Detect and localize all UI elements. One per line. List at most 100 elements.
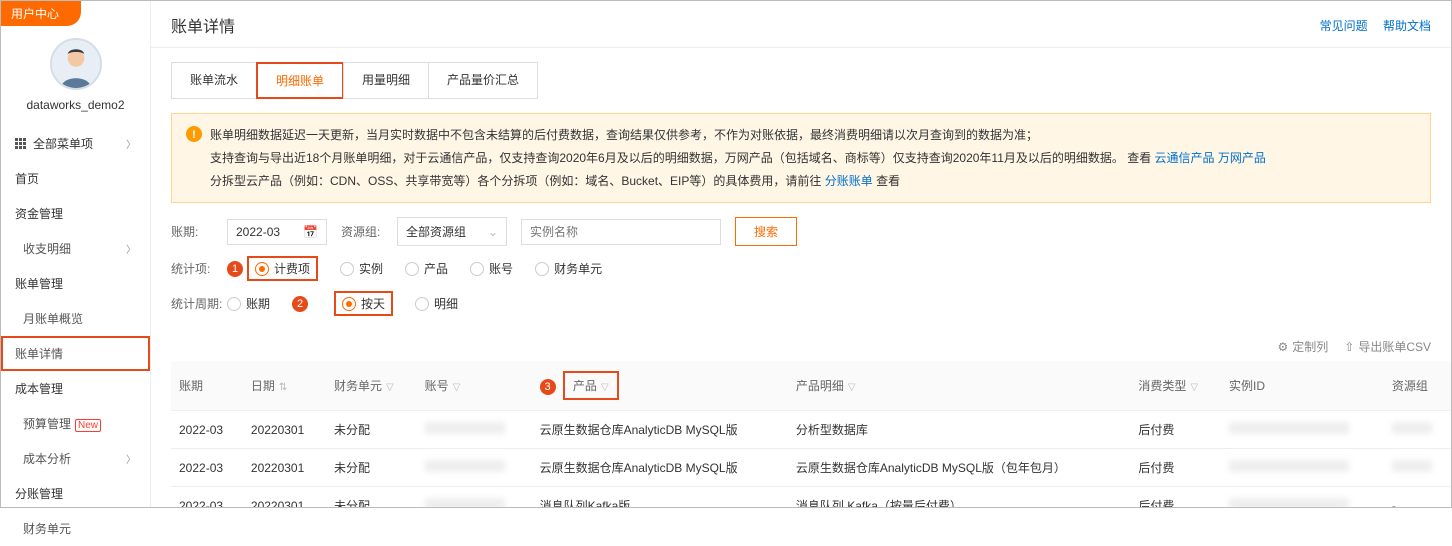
th-period[interactable]: 账期 [171,361,243,411]
sidebar-item-cost[interactable]: 成本管理 [1,371,150,406]
search-button[interactable]: 搜索 [735,217,797,246]
th-account[interactable]: 账号 ▽ [417,361,532,411]
chevron-right-icon: 〉 [126,241,136,256]
filter-icon: ▽ [848,382,856,393]
radio-instance[interactable]: 实例 [340,260,383,277]
radio-by-day[interactable]: 按天 [334,291,393,316]
th-instance-id[interactable]: 实例ID [1221,361,1384,411]
period-label: 账期: [171,223,227,240]
export-csv-button[interactable]: ⇧导出账单CSV [1344,338,1431,355]
avatar-area: dataworks_demo2 [1,26,150,120]
sidebar-item-label: 账单管理 [15,275,63,292]
period-input[interactable]: 2022-03📅 [227,219,327,245]
cell-consume-type: 后付费 [1130,449,1221,487]
sidebar-nav: 全部菜单项 〉 首页 资金管理 收支明细〉 账单管理 月账单概览 账单详情 成本… [1,120,150,546]
chevron-right-icon: 〉 [126,136,136,151]
svg-text:!: ! [192,129,196,141]
cell-product: 消息队列Kafka版 [532,487,788,507]
alert-text: 查看 [873,174,900,188]
cell-date: 20220301 [243,487,326,507]
radio-product[interactable]: 产品 [405,260,448,277]
cell-account [417,449,532,487]
th-date[interactable]: 日期⇅ [243,361,326,411]
radio-label: 账期 [246,295,270,312]
tab-usage-detail[interactable]: 用量明细 [343,62,429,99]
radio-by-period[interactable]: 账期 [227,295,270,312]
cell-resource-group [1384,411,1451,449]
cell-instance-id [1221,411,1384,449]
sidebar-item-split[interactable]: 分账管理 [1,476,150,511]
th-label: 财务单元 [334,379,382,393]
stat-cycle-radio-group: 账期 2 按天 明细 [227,291,458,316]
sidebar-item-bill-detail[interactable]: 账单详情 [1,336,150,371]
sidebar-item-bills[interactable]: 账单管理 [1,266,150,301]
resource-group-select[interactable]: 全部资源组⌄ [397,217,507,246]
th-consume-type[interactable]: 消费类型▽ [1130,361,1221,411]
filter-icon: ▽ [386,382,394,393]
filter-icon: ▽ [453,382,461,393]
wanwang-link[interactable]: 万网产品 [1218,151,1266,165]
instance-name-input[interactable] [521,219,721,245]
sidebar-item-label: 成本管理 [15,380,63,397]
alert-text: 分拆型云产品（例如：CDN、OSS、共享带宽等）各个分拆项（例如：域名、Buck… [210,174,825,188]
avatar [50,38,102,90]
cell-instance-id [1221,449,1384,487]
callout-badge-2: 2 [292,296,308,312]
stat-item-label: 统计项: [171,260,227,277]
cell-date: 20220301 [243,411,326,449]
split-bill-link[interactable]: 分账账单 [825,174,873,188]
th-label: 日期 [251,379,275,393]
filter-icon: ▽ [601,382,609,393]
cloud-comm-link[interactable]: 云通信产品 [1155,151,1215,165]
sidebar-item-monthly-overview[interactable]: 月账单概览 [1,301,150,336]
tool-label: 定制列 [1292,338,1328,355]
filter-icon: ▽ [1190,382,1198,393]
th-label: 账号 [425,379,449,393]
grid-icon [15,138,27,150]
table-toolbar: ⚙定制列 ⇧导出账单CSV [151,332,1451,361]
sidebar: 用户中心 dataworks_demo2 全部菜单项 〉 首页 资金管理 收支明… [1,1,151,507]
callout-badge-3: 3 [540,379,556,395]
radio-label: 明细 [434,295,458,312]
tab-bill-flow[interactable]: 账单流水 [171,62,257,99]
th-product-detail[interactable]: 产品明细 ▽ [788,361,1131,411]
cell-period: 2022-03 [171,449,243,487]
faq-link[interactable]: 常见问题 [1320,19,1368,33]
radio-account[interactable]: 账号 [470,260,513,277]
radio-label: 账号 [489,260,513,277]
cell-finance-unit: 未分配 [326,449,417,487]
cell-finance-unit: 未分配 [326,487,417,507]
table-row: 2022-0320220301未分配云原生数据仓库AnalyticDB MySQ… [171,449,1451,487]
sidebar-item-funds[interactable]: 资金管理 [1,196,150,231]
cell-product-detail: 消息队列 Kafka（按量后付费） [788,487,1131,507]
radio-finance-unit[interactable]: 财务单元 [535,260,602,277]
sidebar-item-label: 预算管理 [23,417,71,431]
custom-columns-button[interactable]: ⚙定制列 [1277,338,1328,355]
tab-product-summary[interactable]: 产品量价汇总 [428,62,538,99]
radio-by-detail[interactable]: 明细 [415,295,458,312]
sidebar-brand: 用户中心 [1,1,81,26]
alert-text: 支持查询与导出近18个月账单明细，对于云通信产品，仅支持查询2020年6月及以后… [210,151,1155,165]
sidebar-item-income-expense[interactable]: 收支明细〉 [1,231,150,266]
sidebar-item-budget[interactable]: 预算管理New [1,406,150,441]
th-finance-unit[interactable]: 财务单元 ▽ [326,361,417,411]
th-resource-group[interactable]: 资源组 [1384,361,1451,411]
username: dataworks_demo2 [26,98,124,112]
table-header-row: 账期 日期⇅ 财务单元▽ 账号▽ 3 产品▽ 产品明细▽ 消费类型▽ 实例ID … [171,361,1451,411]
sidebar-item-all-menu[interactable]: 全部菜单项 〉 [1,126,150,161]
sidebar-item-label: 首页 [15,170,39,187]
th-product[interactable]: 产品▽ [563,371,619,400]
cell-consume-type: 后付费 [1130,411,1221,449]
sidebar-item-label: 分账管理 [15,485,63,502]
sidebar-item-label: 月账单概览 [23,310,83,327]
tab-detail-bill[interactable]: 明细账单 [256,62,344,99]
sidebar-item-home[interactable]: 首页 [1,161,150,196]
sidebar-item-finance-unit[interactable]: 财务单元 [1,511,150,546]
radio-billing-item[interactable]: 计费项 [247,256,318,281]
th-label: 产品明细 [796,379,844,393]
sidebar-item-cost-analysis[interactable]: 成本分析〉 [1,441,150,476]
cell-product: 云原生数据仓库AnalyticDB MySQL版 [532,411,788,449]
callout-badge-1: 1 [227,261,243,277]
stat-cycle-label: 统计周期: [171,295,227,312]
docs-link[interactable]: 帮助文档 [1383,19,1431,33]
